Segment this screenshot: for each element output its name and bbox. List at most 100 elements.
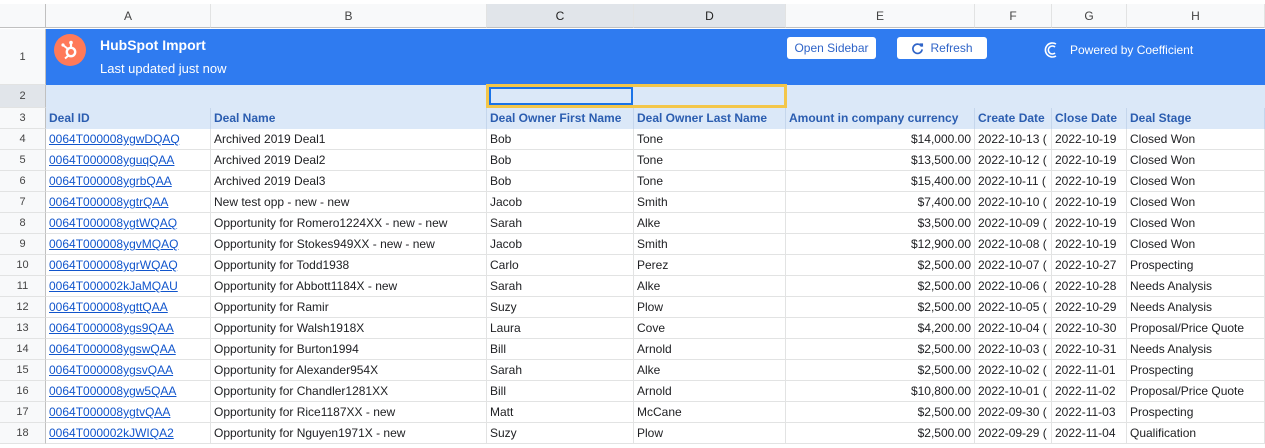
cell-amount[interactable]: $2,500.00 <box>786 402 975 423</box>
cell-close-date[interactable]: 2022-10-19 <box>1052 192 1127 213</box>
cell-owner-last[interactable]: Smith <box>634 234 786 255</box>
cell-deal-id[interactable]: 0064T000008ygrWQAQ <box>46 255 211 276</box>
cell-create-date[interactable]: 2022-10-02 ( <box>975 360 1052 381</box>
cell-amount[interactable]: $15,400.00 <box>786 171 975 192</box>
cell-close-date[interactable]: 2022-10-31 <box>1052 339 1127 360</box>
cell-amount[interactable]: $4,200.00 <box>786 318 975 339</box>
cell-owner-last[interactable]: Tone <box>634 150 786 171</box>
cell-owner-last[interactable]: Plow <box>634 297 786 318</box>
cell-deal-stage[interactable]: Prospecting <box>1127 402 1265 423</box>
cell-amount[interactable]: $2,500.00 <box>786 255 975 276</box>
column-header-c[interactable]: C <box>487 4 634 28</box>
cell-deal-id[interactable]: 0064T000008ygw5QAA <box>46 381 211 402</box>
header-owner-last[interactable]: Deal Owner Last Name <box>634 108 786 129</box>
row-header[interactable]: 10 <box>0 255 46 276</box>
row-header[interactable]: 14 <box>0 339 46 360</box>
cell-deal-name[interactable]: Opportunity for Chandler1281XX <box>211 381 487 402</box>
cell-close-date[interactable]: 2022-10-19 <box>1052 234 1127 255</box>
cell-amount[interactable]: $14,000.00 <box>786 129 975 150</box>
cell-owner-last[interactable]: Cove <box>634 318 786 339</box>
row-header[interactable]: 18 <box>0 423 46 444</box>
cell-amount[interactable]: $2,500.00 <box>786 339 975 360</box>
cell-owner-first[interactable]: Sarah <box>487 360 634 381</box>
cell-close-date[interactable]: 2022-10-19 <box>1052 129 1127 150</box>
header-owner-first[interactable]: Deal Owner First Name <box>487 108 634 129</box>
header-amount[interactable]: Amount in company currency <box>786 108 975 129</box>
cell-owner-first[interactable]: Bob <box>487 150 634 171</box>
cell-deal-stage[interactable]: Qualification <box>1127 423 1265 444</box>
cell-owner-last[interactable]: Perez <box>634 255 786 276</box>
cell-close-date[interactable]: 2022-10-30 <box>1052 318 1127 339</box>
cell-create-date[interactable]: 2022-10-07 ( <box>975 255 1052 276</box>
cell-deal-id[interactable]: 0064T000002kJaMQAU <box>46 276 211 297</box>
row-header[interactable]: 6 <box>0 171 46 192</box>
cell-deal-name[interactable]: Opportunity for Abbott1184X - new <box>211 276 487 297</box>
cell-deal-name[interactable]: Archived 2019 Deal2 <box>211 150 487 171</box>
cell-deal-id[interactable]: 0064T000008ygttQAA <box>46 297 211 318</box>
cell-amount[interactable]: $12,900.00 <box>786 234 975 255</box>
cell-owner-last[interactable]: Alke <box>634 213 786 234</box>
row-header[interactable]: 5 <box>0 150 46 171</box>
cell-deal-name[interactable]: Opportunity for Walsh1918X <box>211 318 487 339</box>
cell-deal-stage[interactable]: Closed Won <box>1127 150 1265 171</box>
row-header[interactable]: 7 <box>0 192 46 213</box>
cell-deal-stage[interactable]: Closed Won <box>1127 171 1265 192</box>
cell-owner-first[interactable]: Bob <box>487 129 634 150</box>
cell-deal-stage[interactable]: Closed Won <box>1127 129 1265 150</box>
cell-owner-first[interactable]: Bill <box>487 339 634 360</box>
cell-owner-first[interactable]: Suzy <box>487 297 634 318</box>
column-header-g[interactable]: G <box>1052 4 1127 28</box>
cell-deal-name[interactable]: Opportunity for Todd1938 <box>211 255 487 276</box>
row-header[interactable]: 12 <box>0 297 46 318</box>
cell-amount[interactable]: $2,500.00 <box>786 360 975 381</box>
column-header-d[interactable]: D <box>634 4 786 28</box>
cell-deal-name[interactable]: Opportunity for Burton1994 <box>211 339 487 360</box>
select-all-corner[interactable] <box>0 4 46 28</box>
cell-create-date[interactable]: 2022-10-13 ( <box>975 129 1052 150</box>
cell-create-date[interactable]: 2022-10-10 ( <box>975 192 1052 213</box>
cell-close-date[interactable]: 2022-10-19 <box>1052 213 1127 234</box>
cell-create-date[interactable]: 2022-09-29 ( <box>975 423 1052 444</box>
header-deal-id[interactable]: Deal ID <box>46 108 211 129</box>
cell-amount[interactable]: $2,500.00 <box>786 276 975 297</box>
row-header[interactable]: 13 <box>0 318 46 339</box>
cell-deal-name[interactable]: New test opp - new - new <box>211 192 487 213</box>
open-sidebar-button[interactable]: Open Sidebar <box>787 37 876 59</box>
header-deal-name[interactable]: Deal Name <box>211 108 487 129</box>
cell-deal-stage[interactable]: Closed Won <box>1127 192 1265 213</box>
cell-close-date[interactable]: 2022-11-04 <box>1052 423 1127 444</box>
cell-owner-last[interactable]: Arnold <box>634 339 786 360</box>
cell-deal-name[interactable]: Archived 2019 Deal1 <box>211 129 487 150</box>
cell-deal-stage[interactable]: Proposal/Price Quote <box>1127 381 1265 402</box>
cell-owner-last[interactable]: Tone <box>634 129 786 150</box>
cell-deal-stage[interactable]: Proposal/Price Quote <box>1127 318 1265 339</box>
cell-create-date[interactable]: 2022-10-06 ( <box>975 276 1052 297</box>
cell-create-date[interactable]: 2022-10-12 ( <box>975 150 1052 171</box>
cell-deal-name[interactable]: Opportunity for Ramir <box>211 297 487 318</box>
cell-create-date[interactable]: 2022-09-30 ( <box>975 402 1052 423</box>
cell-close-date[interactable]: 2022-11-02 <box>1052 381 1127 402</box>
cell-deal-stage[interactable]: Prospecting <box>1127 255 1265 276</box>
row-header-1[interactable]: 1 <box>0 29 46 85</box>
cell-deal-id[interactable]: 0064T000008ygsvQAA <box>46 360 211 381</box>
cell-deal-stage[interactable]: Prospecting <box>1127 360 1265 381</box>
cell-deal-id[interactable]: 0064T000008ygtrQAA <box>46 192 211 213</box>
cell-close-date[interactable]: 2022-11-01 <box>1052 360 1127 381</box>
row-header[interactable]: 9 <box>0 234 46 255</box>
cell-deal-id[interactable]: 0064T000008ygswQAA <box>46 339 211 360</box>
cell-close-date[interactable]: 2022-10-28 <box>1052 276 1127 297</box>
header-create-date[interactable]: Create Date <box>975 108 1052 129</box>
cell-close-date[interactable]: 2022-10-19 <box>1052 171 1127 192</box>
cell-close-date[interactable]: 2022-10-29 <box>1052 297 1127 318</box>
cell-deal-id[interactable]: 0064T000008ygwDQAQ <box>46 129 211 150</box>
cell-create-date[interactable]: 2022-10-05 ( <box>975 297 1052 318</box>
cell-amount[interactable]: $13,500.00 <box>786 150 975 171</box>
cell-amount[interactable]: $10,800.00 <box>786 381 975 402</box>
cell-close-date[interactable]: 2022-11-03 <box>1052 402 1127 423</box>
cell-owner-last[interactable]: McCane <box>634 402 786 423</box>
cell-amount[interactable]: $2,500.00 <box>786 423 975 444</box>
cell-owner-last[interactable]: Arnold <box>634 381 786 402</box>
cell-deal-id[interactable]: 0064T000008ygvMQAQ <box>46 234 211 255</box>
cell-create-date[interactable]: 2022-10-01 ( <box>975 381 1052 402</box>
cell-owner-first[interactable]: Suzy <box>487 423 634 444</box>
